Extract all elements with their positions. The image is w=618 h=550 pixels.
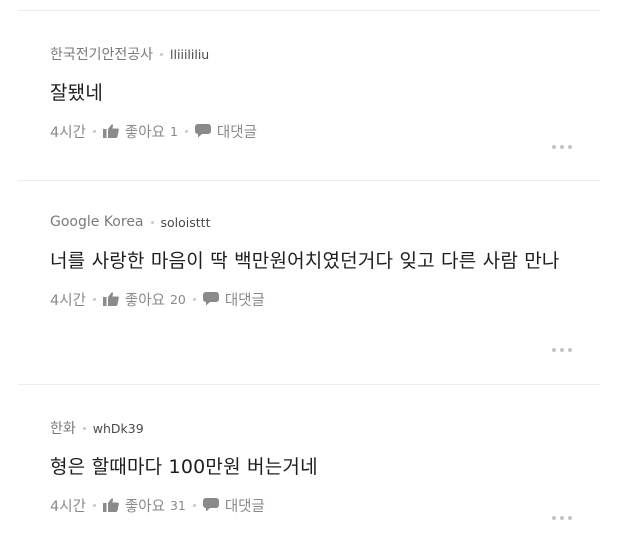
comment-text: 형은 할때마다 100만원 버는거네: [50, 456, 318, 478]
more-dots-icon[interactable]: [552, 348, 572, 352]
comment-item: 한국전기안전공사 lliiililiu 잘됐네 4시간 좋아요 1 대댓글: [50, 44, 588, 142]
more-dots-icon[interactable]: [552, 516, 572, 520]
username[interactable]: soloisttt: [161, 215, 211, 230]
company-name[interactable]: 한화: [50, 418, 76, 438]
separator-dot: [192, 297, 196, 301]
separator-dot: [192, 503, 196, 507]
comment-text: 너를 사랑한 마음이 딱 백만원어치였던거다 잊고 다른 사람 만나: [50, 250, 560, 272]
reply-label: 대댓글: [224, 292, 265, 309]
like-button[interactable]: 좋아요 20: [102, 289, 186, 310]
separator-dot: [92, 503, 96, 507]
comment-actions: 4시간 좋아요 1 대댓글: [50, 120, 588, 142]
like-label: 좋아요: [124, 498, 165, 515]
speech-bubble-icon: [202, 498, 219, 512]
divider: [18, 384, 600, 385]
like-label: 좋아요: [124, 124, 165, 141]
comment-actions: 4시간 좋아요 20 대댓글: [50, 288, 588, 310]
separator-dot: [150, 220, 154, 224]
more-dots-icon[interactable]: [552, 145, 572, 149]
separator-dot: [82, 426, 86, 430]
like-count: 1: [169, 123, 178, 139]
reply-button[interactable]: 대댓글: [202, 495, 265, 516]
speech-bubble-icon: [194, 124, 211, 138]
separator-dot: [184, 129, 188, 133]
divider: [18, 180, 600, 181]
separator-dot: [160, 52, 164, 56]
time-ago: 4시간: [50, 124, 86, 141]
comment-item: Google Korea soloisttt 너를 사랑한 마음이 딱 백만원어…: [50, 212, 588, 310]
reply-button[interactable]: 대댓글: [202, 289, 265, 310]
comment-meta: 한화 whDk39: [50, 418, 588, 438]
divider-top: [18, 10, 600, 11]
comment-item: 한화 whDk39 형은 할때마다 100만원 버는거네 4시간 좋아요 31 …: [50, 418, 588, 516]
time-ago: 4시간: [50, 498, 86, 515]
username[interactable]: whDk39: [93, 421, 144, 436]
like-count: 20: [169, 291, 186, 307]
like-button[interactable]: 좋아요 31: [102, 495, 186, 516]
reply-label: 대댓글: [216, 124, 257, 141]
speech-bubble-icon: [202, 292, 219, 306]
time-ago: 4시간: [50, 292, 86, 309]
separator-dot: [92, 129, 96, 133]
company-name[interactable]: Google Korea: [50, 214, 144, 230]
comment-text: 잘됐네: [50, 82, 104, 104]
like-label: 좋아요: [124, 292, 165, 309]
thumbs-up-icon: [102, 498, 119, 512]
thumbs-up-icon: [102, 124, 119, 138]
like-button[interactable]: 좋아요 1: [102, 121, 178, 142]
username[interactable]: lliiililiu: [170, 47, 209, 62]
comment-meta: 한국전기안전공사 lliiililiu: [50, 44, 588, 64]
comment-actions: 4시간 좋아요 31 대댓글: [50, 494, 588, 516]
reply-label: 대댓글: [224, 498, 265, 515]
comment-meta: Google Korea soloisttt: [50, 212, 588, 232]
separator-dot: [92, 297, 96, 301]
thumbs-up-icon: [102, 292, 119, 306]
reply-button[interactable]: 대댓글: [194, 121, 257, 142]
company-name[interactable]: 한국전기안전공사: [50, 44, 153, 64]
like-count: 31: [169, 497, 186, 513]
